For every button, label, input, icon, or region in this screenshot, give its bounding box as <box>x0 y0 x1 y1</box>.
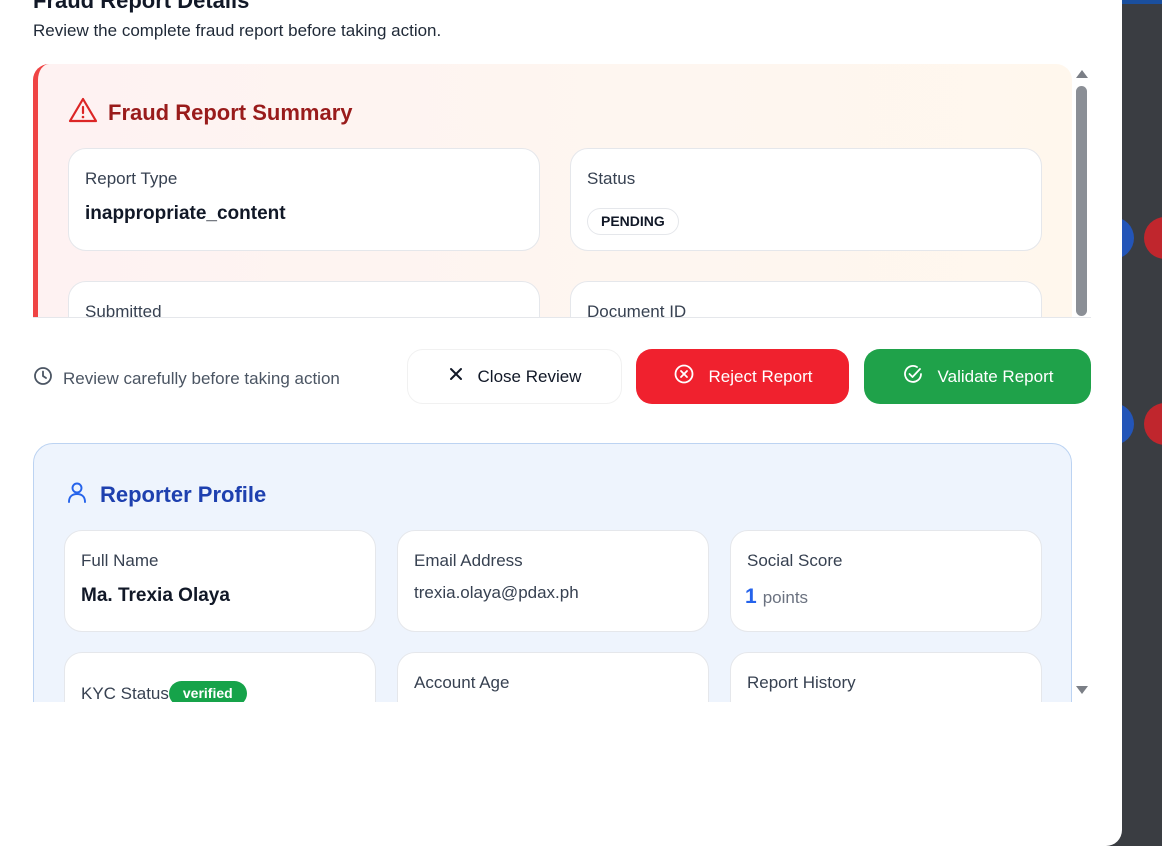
background-avatar <box>1144 403 1162 445</box>
full-name-value: Ma. Trexia Olaya <box>81 585 230 606</box>
report-type-label: Report Type <box>85 169 178 188</box>
background-avatar <box>1144 217 1162 259</box>
close-review-button[interactable]: Close Review <box>407 349 622 404</box>
social-score-value: 1 <box>745 585 757 608</box>
reporter-title: Reporter Profile <box>100 481 267 507</box>
kyc-status: KYC Status verified <box>81 681 247 702</box>
reject-report-button[interactable]: Reject Report <box>636 349 849 404</box>
x-icon <box>448 366 464 387</box>
reporter-scroll-area[interactable]: Reporter Profile Full Name Ma. Trexia Ol… <box>33 443 1091 702</box>
document-id-label: Document ID <box>587 302 687 318</box>
fraud-report-modal: Fraud Report Details Review the complete… <box>0 0 1122 846</box>
validate-report-button[interactable]: Validate Report <box>864 349 1091 404</box>
report-type-value: inappropriate_content <box>85 203 286 224</box>
summary-header: Fraud Report Summary <box>68 96 353 129</box>
report-history-label: Report History <box>747 673 856 692</box>
report-type-card: Report Type inappropriate_content <box>68 148 540 251</box>
clock-icon <box>33 366 53 391</box>
scroll-up-arrow-icon[interactable] <box>1076 70 1088 78</box>
reporter-profile-panel: Reporter Profile Full Name Ma. Trexia Ol… <box>33 443 1072 702</box>
social-score-label: Social Score <box>747 551 843 570</box>
report-history-card: Report History <box>730 652 1042 702</box>
action-hint: Review carefully before taking action <box>33 366 340 391</box>
status-badge: PENDING <box>587 208 679 235</box>
account-age-label: Account Age <box>414 673 510 692</box>
email-value: trexia.olaya@pdax.ph <box>414 583 579 602</box>
scrollbar-thumb[interactable] <box>1076 86 1087 316</box>
action-hint-text: Review carefully before taking action <box>63 368 340 388</box>
fraud-summary-panel: Fraud Report Summary Report Type inappro… <box>33 64 1072 318</box>
reporter-header: Reporter Profile <box>66 480 266 509</box>
submitted-card: Submitted <box>68 281 540 318</box>
user-icon <box>66 480 88 509</box>
email-card: Email Address trexia.olaya@pdax.ph <box>397 530 709 632</box>
summary-scroll-area[interactable]: Fraud Report Summary Report Type inappro… <box>33 64 1091 318</box>
status-label: Status <box>587 169 636 188</box>
status-card: Status PENDING <box>570 148 1042 251</box>
close-review-label: Close Review <box>477 366 582 386</box>
check-circle-icon <box>902 363 924 390</box>
social-score-card: Social Score 1 points <box>730 530 1042 632</box>
modal-title: Fraud Report Details <box>33 0 250 13</box>
action-bar: Review carefully before taking action Cl… <box>33 349 1091 404</box>
modal-subtitle: Review the complete fraud report before … <box>33 21 442 40</box>
submitted-label: Submitted <box>85 302 162 318</box>
document-id-card: Document ID <box>570 281 1042 318</box>
email-label: Email Address <box>414 551 523 570</box>
summary-title: Fraud Report Summary <box>108 99 353 125</box>
kyc-verified-badge: verified <box>168 681 247 702</box>
reject-report-label: Reject Report <box>708 366 813 386</box>
warning-triangle-icon <box>68 96 98 129</box>
social-score: 1 points <box>745 585 808 609</box>
account-age-card: Account Age <box>397 652 709 702</box>
validate-report-label: Validate Report <box>937 366 1054 386</box>
full-name-card: Full Name Ma. Trexia Olaya <box>64 530 376 632</box>
social-score-unit: points <box>762 588 809 607</box>
kyc-status-label: KYC Status <box>81 683 169 703</box>
kyc-status-card: KYC Status verified <box>64 652 376 702</box>
x-circle-icon <box>673 363 695 390</box>
full-name-label: Full Name <box>81 551 159 570</box>
